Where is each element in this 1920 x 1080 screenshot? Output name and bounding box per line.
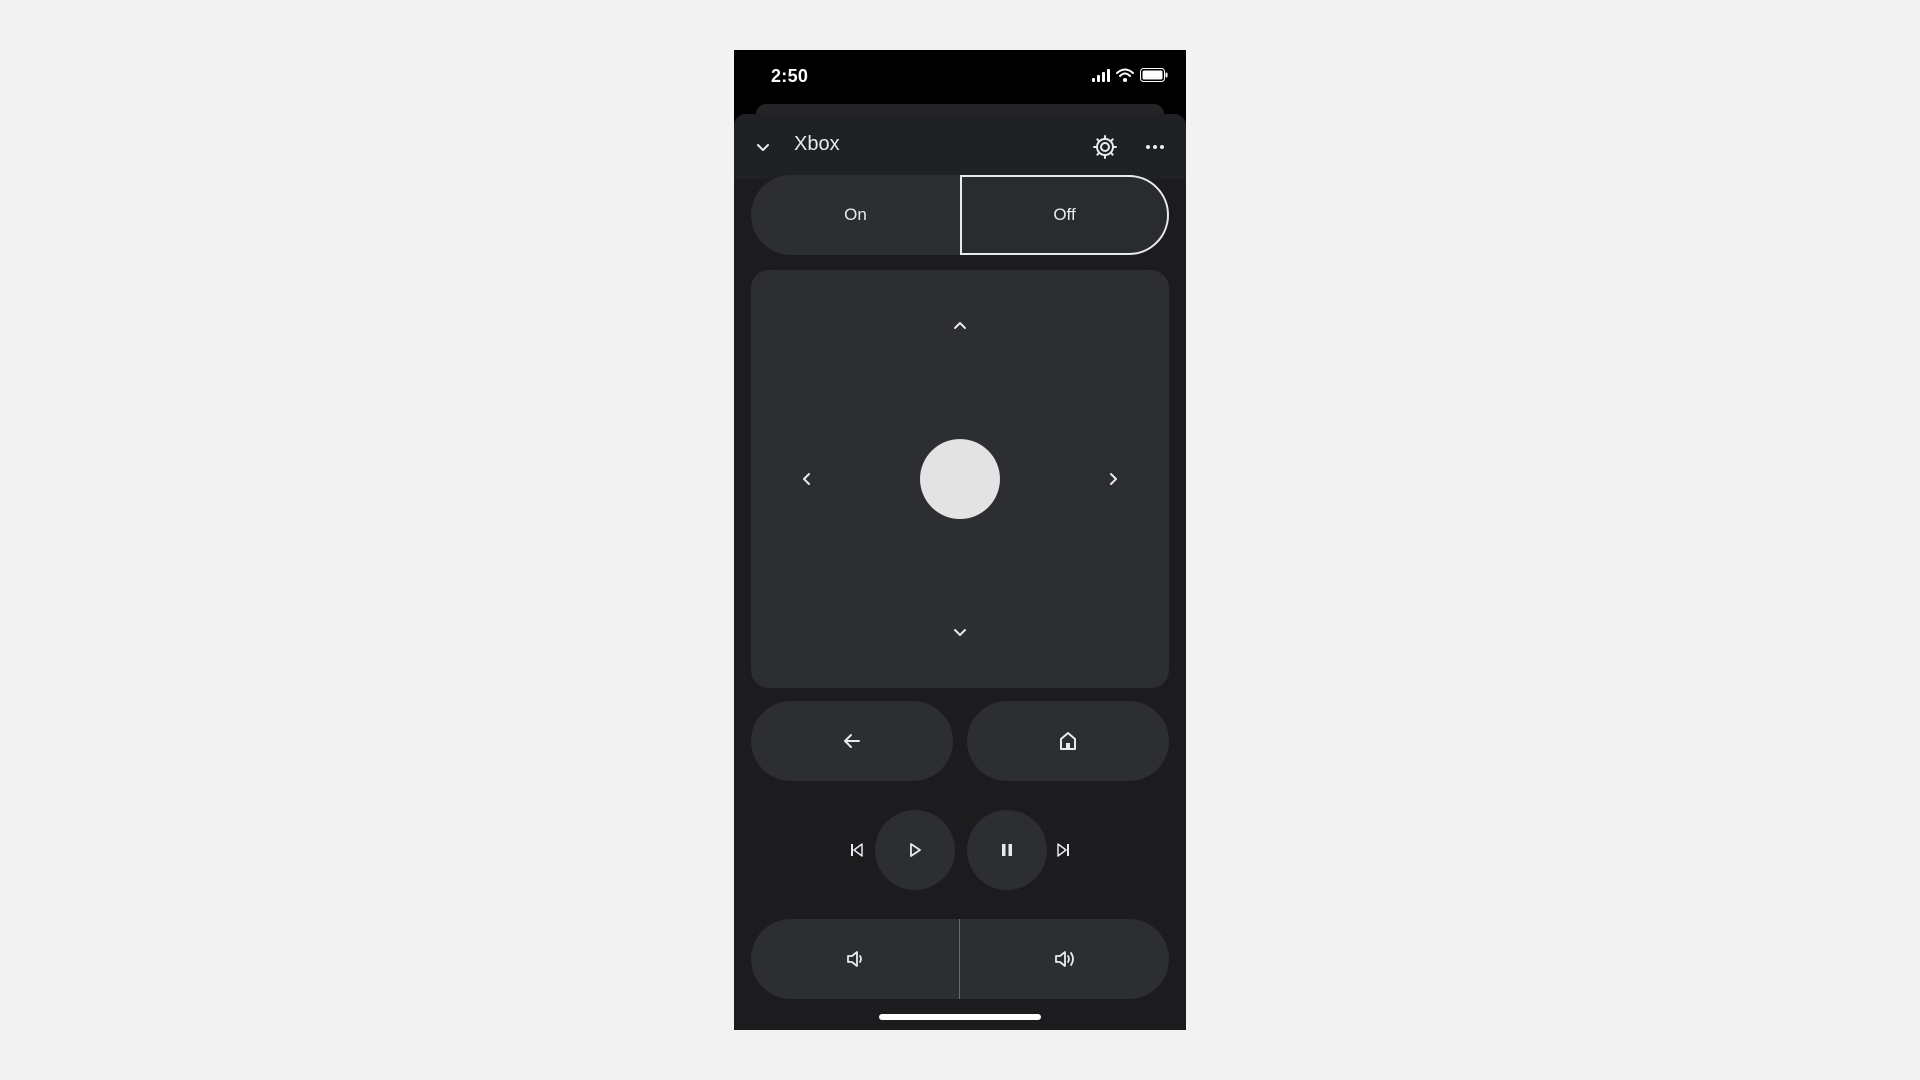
- status-icons: [1092, 68, 1168, 82]
- chevron-down-icon: [757, 144, 769, 151]
- phone-screen: 2:50 Xbox On Off: [734, 50, 1186, 1030]
- device-title: Xbox: [794, 133, 840, 155]
- home-icon: [1060, 732, 1076, 750]
- volume-down-icon: [847, 951, 862, 967]
- remote-header: Xbox: [734, 114, 1186, 179]
- signal-icon: [1092, 68, 1110, 82]
- status-bar: 2:50: [734, 50, 1186, 106]
- chevron-right-icon: [1110, 473, 1117, 485]
- status-time: 2:50: [771, 66, 809, 86]
- power-off-button[interactable]: Off: [960, 175, 1169, 255]
- settings-button[interactable]: [1088, 130, 1122, 164]
- collapse-button[interactable]: [748, 132, 778, 162]
- volume-down-button[interactable]: [751, 919, 960, 999]
- play-button[interactable]: [875, 810, 955, 890]
- volume-up-button[interactable]: [960, 919, 1169, 999]
- navigation-controls: [751, 701, 1169, 781]
- skip-next-button[interactable]: [1023, 810, 1103, 890]
- gear-icon: [1093, 135, 1117, 159]
- more-horizontal-icon: [1146, 145, 1164, 149]
- wifi-icon: [1116, 68, 1134, 82]
- home-button[interactable]: [967, 701, 1169, 781]
- battery-icon: [1140, 68, 1168, 82]
- chevron-up-icon: [954, 322, 966, 329]
- volume-up-icon: [1054, 951, 1074, 967]
- volume-controls: [751, 919, 1169, 999]
- skip-next-icon: [1057, 843, 1069, 857]
- back-button[interactable]: [751, 701, 953, 781]
- home-indicator[interactable]: [879, 1014, 1041, 1020]
- more-options-button[interactable]: [1138, 130, 1172, 164]
- dpad-left-button[interactable]: [787, 459, 827, 499]
- dpad-down-button[interactable]: [940, 612, 980, 652]
- media-controls: [751, 810, 1169, 890]
- dpad-up-button[interactable]: [940, 306, 980, 346]
- skip-previous-icon: [851, 843, 863, 857]
- power-on-button[interactable]: On: [751, 175, 960, 255]
- chevron-left-icon: [803, 473, 810, 485]
- power-toggle: On Off: [751, 175, 1169, 255]
- ok-button[interactable]: [920, 439, 1000, 519]
- directional-pad: [751, 270, 1169, 688]
- pause-icon: [1002, 844, 1012, 856]
- play-icon: [910, 843, 921, 857]
- dpad-right-button[interactable]: [1093, 459, 1133, 499]
- arrow-back-icon: [844, 734, 860, 748]
- chevron-down-icon: [954, 629, 966, 636]
